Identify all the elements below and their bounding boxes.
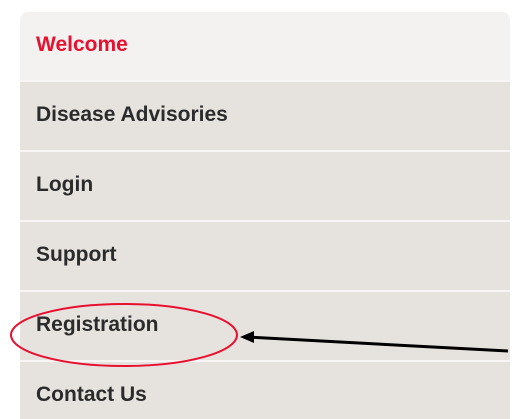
sidebar-nav: Welcome Disease Advisories Login Support… <box>20 12 510 419</box>
nav-item-welcome[interactable]: Welcome <box>20 12 510 82</box>
nav-item-support[interactable]: Support <box>20 222 510 292</box>
screenshot-stage: Welcome Disease Advisories Login Support… <box>0 0 524 419</box>
nav-item-label: Support <box>36 243 117 266</box>
nav-item-login[interactable]: Login <box>20 152 510 222</box>
nav-item-label: Registration <box>36 313 159 336</box>
nav-item-contact-us[interactable]: Contact Us <box>20 362 510 419</box>
nav-item-label: Disease Advisories <box>36 103 228 126</box>
nav-item-label: Login <box>36 173 94 196</box>
nav-item-disease-advisories[interactable]: Disease Advisories <box>20 82 510 152</box>
nav-item-label: Contact Us <box>36 383 147 406</box>
nav-item-label: Welcome <box>36 33 128 56</box>
nav-item-registration[interactable]: Registration <box>20 292 510 362</box>
